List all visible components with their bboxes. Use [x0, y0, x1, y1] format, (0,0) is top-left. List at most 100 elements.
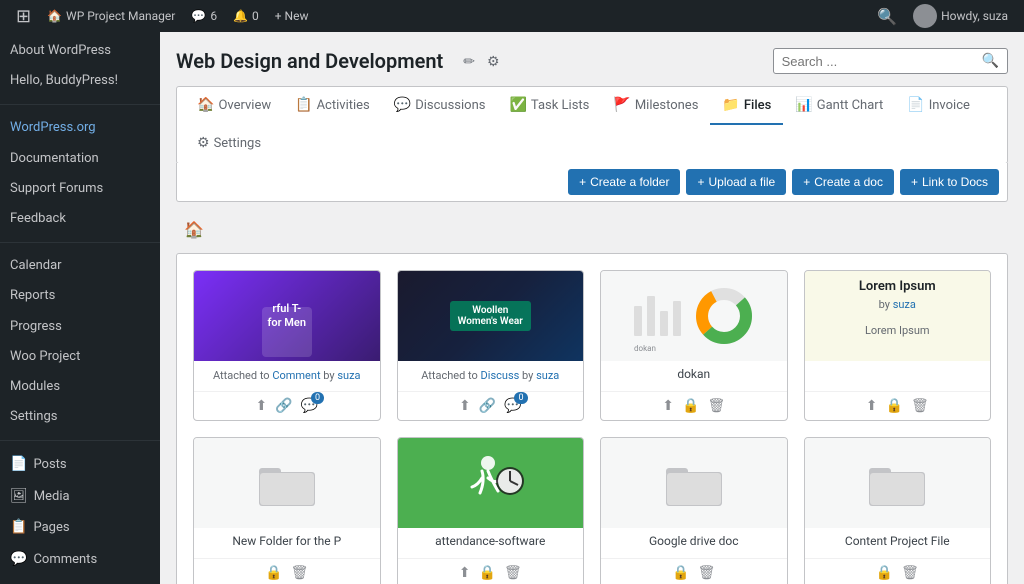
file-thumb-8 — [805, 438, 991, 528]
file-move-icon-3[interactable]: ⬆ — [662, 398, 674, 414]
tab-files[interactable]: 📁 Files — [710, 87, 783, 125]
sidebar-item-calendar[interactable]: Calendar — [0, 251, 160, 281]
file-info-4 — [805, 361, 991, 391]
file-meta-discuss-link[interactable]: Discuss — [481, 369, 520, 382]
admin-bar-new[interactable]: + New — [267, 0, 317, 32]
tab-milestones-label: Milestones — [635, 98, 699, 113]
file-name-6: attendance-software — [406, 534, 576, 548]
divider-2 — [0, 242, 160, 243]
sidebar-label-about: About WordPress — [10, 42, 111, 60]
create-folder-button[interactable]: + Create a folder — [568, 169, 680, 195]
sidebar-label-posts: Posts — [33, 456, 66, 474]
sidebar-label-progress: Progress — [10, 318, 62, 336]
file-move-icon-2[interactable]: ⬆ — [459, 398, 471, 414]
task-lists-tab-icon: ✅ — [509, 97, 526, 113]
file-meta-user-link-1[interactable]: suza — [337, 369, 360, 382]
file-delete-icon-3[interactable]: 🗑 — [707, 398, 725, 414]
doc-author: suza — [893, 298, 916, 311]
sidebar-item-woo-project[interactable]: Woo Project — [0, 342, 160, 372]
search-icon[interactable]: 🔍 — [982, 53, 999, 69]
file-lock-icon-4[interactable]: 🔒 — [886, 398, 903, 414]
file-lock-icon-7[interactable]: 🔒 — [672, 565, 689, 581]
sidebar-top-section: About WordPress Hello, BuddyPress! — [0, 32, 160, 100]
file-meta-comment-link-1[interactable]: Comment — [272, 369, 320, 382]
admin-bar-notifications[interactable]: 🔔 0 — [225, 0, 267, 32]
file-name-8: Content Project File — [813, 534, 983, 548]
home-icon: 🏠 — [47, 9, 62, 23]
sidebar-item-reports[interactable]: Reports — [0, 281, 160, 311]
upload-file-icon: + — [697, 175, 704, 189]
sidebar-label-wporg: WordPress.org — [10, 119, 96, 137]
sidebar-item-wordpress-org[interactable]: WordPress.org — [0, 113, 160, 143]
site-name: WP Project Manager — [66, 9, 175, 23]
comment-count: 6 — [210, 9, 217, 23]
tab-settings[interactable]: ⚙ Settings — [185, 125, 273, 163]
file-delete-icon-8[interactable]: 🗑 — [901, 565, 919, 581]
search-input[interactable] — [782, 54, 982, 69]
wp-logo-icon: ⊞ — [16, 6, 31, 27]
tab-gantt[interactable]: 📊 Gantt Chart — [783, 87, 895, 125]
sidebar-item-about-wordpress[interactable]: About WordPress — [0, 36, 160, 66]
divider-1 — [0, 104, 160, 105]
file-info-8: Content Project File — [805, 528, 991, 558]
files-tab-icon: 📁 — [722, 97, 739, 113]
tab-activities[interactable]: 📋 Activities — [283, 87, 382, 125]
home-breadcrumb-icon[interactable]: 🏠 — [184, 220, 204, 239]
file-move-icon-4[interactable]: ⬆ — [866, 398, 878, 414]
sidebar-item-comments[interactable]: 💬 Comments — [0, 544, 160, 576]
file-delete-icon-6[interactable]: 🗑 — [504, 565, 522, 581]
tab-task-lists[interactable]: ✅ Task Lists — [497, 87, 601, 125]
doc-title: Lorem Ipsum — [859, 279, 936, 294]
sidebar-item-hello-buddypress[interactable]: Hello, BuddyPress! — [0, 66, 160, 96]
sidebar-label-feedback: Feedback — [10, 210, 66, 228]
sidebar-item-feedback[interactable]: Feedback — [0, 204, 160, 234]
file-lock-icon-5[interactable]: 🔒 — [265, 565, 282, 581]
file-actions-5: 🔒 🗑 — [194, 558, 380, 584]
file-name-7: Google drive doc — [609, 534, 779, 548]
file-thumb-6 — [398, 438, 584, 528]
sidebar-item-support-forums[interactable]: Support Forums — [0, 174, 160, 204]
tab-overview[interactable]: 🏠 Overview — [185, 87, 283, 125]
file-link-icon-2[interactable]: 🔗 — [479, 398, 496, 414]
bell-icon: 🔔 — [233, 9, 248, 23]
tab-invoice[interactable]: 📄 Invoice — [895, 87, 982, 125]
sidebar-item-settings[interactable]: Settings — [0, 402, 160, 432]
project-settings-button[interactable]: ⚙ — [483, 51, 504, 72]
file-actions-2: ⬆ 🔗 💬 0 — [398, 391, 584, 420]
file-info-6: attendance-software — [398, 528, 584, 558]
file-delete-icon-7[interactable]: 🗑 — [698, 565, 716, 581]
admin-bar-user[interactable]: Howdy, suza — [905, 0, 1016, 32]
tab-discussions[interactable]: 💬 Discussions — [382, 87, 498, 125]
admin-bar-site[interactable]: 🏠 WP Project Manager — [39, 0, 183, 32]
tab-milestones[interactable]: 🚩 Milestones — [601, 87, 710, 125]
upload-file-button[interactable]: + Upload a file — [686, 169, 786, 195]
file-lock-icon-6[interactable]: 🔒 — [479, 565, 496, 581]
sidebar-label-docs: Documentation — [10, 150, 99, 168]
file-delete-icon-5[interactable]: 🗑 — [291, 565, 309, 581]
wp-logo-item[interactable]: ⊞ — [8, 0, 39, 32]
file-delete-icon-4[interactable]: 🗑 — [911, 398, 929, 414]
sidebar-item-posts[interactable]: 📄 Posts — [0, 449, 160, 481]
admin-bar-search[interactable]: 🔍 — [869, 0, 905, 32]
file-lock-icon-3[interactable]: 🔒 — [682, 398, 699, 414]
sidebar-item-documentation[interactable]: Documentation — [0, 144, 160, 174]
file-move-icon-6[interactable]: ⬆ — [459, 565, 471, 581]
file-lock-icon-8[interactable]: 🔒 — [876, 565, 893, 581]
link-docs-button[interactable]: + Link to Docs — [900, 169, 999, 195]
file-info-5: New Folder for the P — [194, 528, 380, 558]
file-move-icon-1[interactable]: ⬆ — [255, 398, 267, 414]
create-doc-button[interactable]: + Create a doc — [792, 169, 894, 195]
doc-body: Lorem Ipsum — [865, 324, 930, 337]
file-meta-user-link-2[interactable]: suza — [536, 369, 559, 382]
admin-bar-comments[interactable]: 💬 6 — [183, 0, 225, 32]
sidebar-item-pages[interactable]: 📋 Pages — [0, 512, 160, 544]
edit-project-button[interactable]: ✏ — [459, 51, 479, 72]
link-docs-icon: + — [911, 175, 918, 189]
file-thumb-7 — [601, 438, 787, 528]
sidebar-item-modules[interactable]: Modules — [0, 372, 160, 402]
sidebar-item-media[interactable]: 🖼 Media — [0, 481, 160, 513]
file-card-5: New Folder for the P 🔒 🗑 — [193, 437, 381, 584]
file-link-icon-1[interactable]: 🔗 — [275, 398, 292, 414]
sidebar-item-progress[interactable]: Progress — [0, 312, 160, 342]
tabs-bar: 🏠 Overview 📋 Activities 💬 Discussions ✅ … — [176, 86, 1008, 164]
